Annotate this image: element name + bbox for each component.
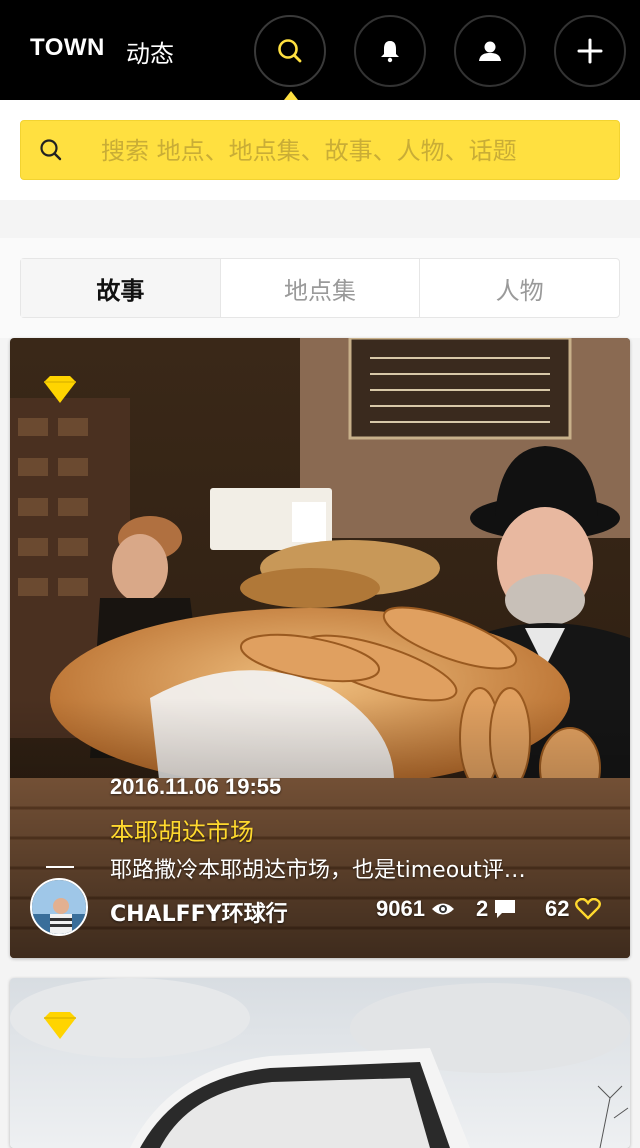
comment-icon xyxy=(495,900,516,918)
caption-overlay xyxy=(10,698,630,958)
bell-icon xyxy=(381,41,399,63)
story-date: 2016.11.06 19:55 xyxy=(110,774,282,799)
search-icon xyxy=(40,139,62,161)
plus-icon xyxy=(577,38,603,64)
notifications-button[interactable] xyxy=(354,15,426,87)
search-section xyxy=(0,100,640,200)
brand-logo[interactable]: TOWN xyxy=(30,34,105,62)
active-indicator xyxy=(284,91,298,100)
comments-count: 2 xyxy=(476,896,489,921)
views-count: 9061 xyxy=(376,896,425,921)
story-title[interactable]: 本耶胡达市场 xyxy=(110,812,254,847)
eye-icon xyxy=(431,903,454,915)
user-icon xyxy=(479,41,501,61)
profile-button[interactable] xyxy=(454,15,526,87)
segmented-tabs: 故事 地点集 人物 xyxy=(20,258,620,318)
search-button[interactable] xyxy=(254,15,326,87)
tab-people[interactable]: 人物 xyxy=(420,259,619,317)
comments-stat[interactable]: 2 xyxy=(476,896,516,922)
search-icon xyxy=(278,39,302,63)
story-description: 耶路撒冷本耶胡达市场，也是timeout评… xyxy=(110,858,526,883)
story-card[interactable] xyxy=(10,978,630,1148)
featured-diamond-icon xyxy=(44,1012,76,1039)
nav-dynamic[interactable]: 动态 xyxy=(126,34,174,69)
tab-stories[interactable]: 故事 xyxy=(21,259,221,317)
divider xyxy=(46,866,74,868)
story-card[interactable]: 2016.11.06 19:55 本耶胡达市场 耶路撒冷本耶胡达市场，也是tim… xyxy=(10,338,630,958)
views-stat: 9061 xyxy=(376,896,455,922)
heart-icon xyxy=(575,898,602,920)
likes-stat[interactable]: 62 xyxy=(545,896,602,922)
story-author[interactable]: CHALFFY环球行 xyxy=(110,896,288,928)
search-input[interactable] xyxy=(101,129,601,173)
story-cover-image xyxy=(10,978,630,1148)
avatar[interactable] xyxy=(30,878,88,936)
tab-place-collections[interactable]: 地点集 xyxy=(221,259,421,317)
likes-count: 62 xyxy=(545,896,570,921)
search-bar[interactable] xyxy=(20,120,620,180)
featured-diamond-icon xyxy=(44,376,76,403)
tabs-section: 故事 地点集 人物 xyxy=(0,238,640,338)
add-button[interactable] xyxy=(554,15,626,87)
top-bar: TOWN 动态 xyxy=(0,0,640,100)
